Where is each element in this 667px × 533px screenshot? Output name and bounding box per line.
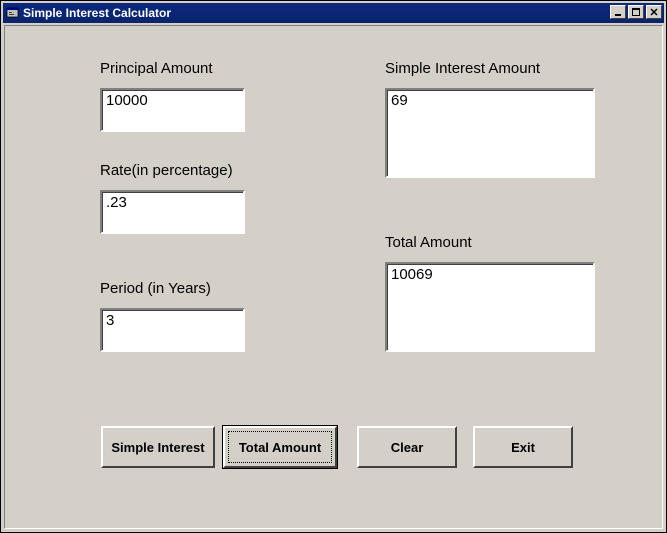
close-button[interactable]	[646, 5, 662, 19]
total-amount-label: Total Amount	[385, 234, 472, 251]
principal-input[interactable]: 10000	[100, 88, 245, 132]
client-area: Principal Amount 10000 Rate(in percentag…	[4, 25, 663, 529]
rate-input[interactable]: .23	[100, 190, 245, 234]
simple-interest-button[interactable]: Simple Interest	[101, 426, 215, 468]
exit-button-label: Exit	[511, 440, 535, 455]
form-icon	[6, 6, 20, 20]
maximize-button[interactable]	[628, 5, 644, 19]
window-title: Simple Interest Calculator	[23, 6, 171, 20]
exit-button[interactable]: Exit	[473, 426, 573, 468]
total-amount-button[interactable]: Total Amount	[223, 426, 337, 468]
principal-label: Principal Amount	[100, 60, 213, 77]
clear-button[interactable]: Clear	[357, 426, 457, 468]
total-amount-button-label: Total Amount	[239, 440, 321, 455]
simple-interest-label: Simple Interest Amount	[385, 60, 540, 77]
rate-label: Rate(in percentage)	[100, 162, 233, 179]
minimize-button[interactable]	[610, 5, 626, 19]
titlebar: Simple Interest Calculator	[3, 3, 664, 23]
period-label: Period (in Years)	[100, 280, 211, 297]
clear-button-label: Clear	[391, 440, 424, 455]
simple-interest-button-label: Simple Interest	[111, 440, 204, 455]
total-amount-output[interactable]: 10069	[385, 262, 595, 352]
app-window: Simple Interest Calculator Principal Amo…	[0, 0, 667, 533]
period-input[interactable]: 3	[100, 308, 245, 352]
window-controls	[608, 5, 662, 19]
simple-interest-output[interactable]: 69	[385, 88, 595, 178]
